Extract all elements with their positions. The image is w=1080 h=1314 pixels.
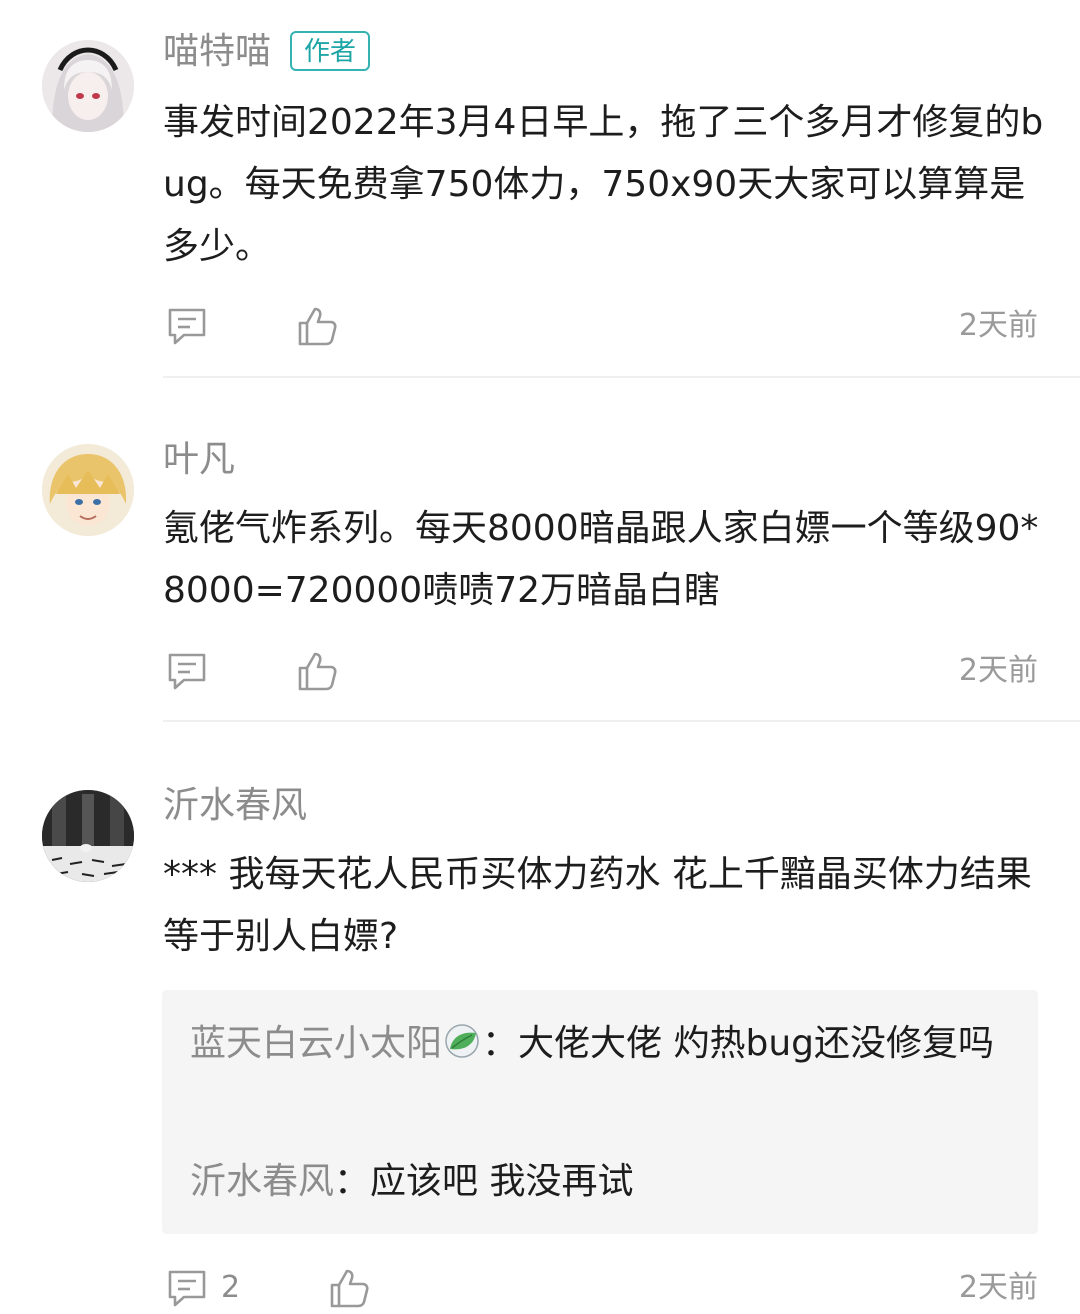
- reply-separator: ：: [334, 1161, 371, 1202]
- divider: [163, 376, 1080, 378]
- avatar[interactable]: [42, 444, 134, 536]
- thumbs-up-icon[interactable]: [327, 1266, 371, 1310]
- comment-text: 事发时间2022年3月4日早上，拖了三个多月才修复的bug。每天免费拿750体力…: [163, 102, 1044, 267]
- reply-text: 大佬大佬 灼热bug还没修复吗: [518, 1023, 994, 1064]
- comment-actions: 2 2天前: [163, 1266, 1038, 1314]
- author-badge: 作者: [290, 31, 371, 71]
- avatar[interactable]: [42, 40, 134, 132]
- comment-username[interactable]: 喵特喵: [163, 30, 271, 74]
- avatar[interactable]: [42, 790, 134, 882]
- reply-username[interactable]: 蓝天白云小太阳: [190, 1023, 442, 1064]
- comment-text: *** 我每天花人民币买体力药水 花上千黯晶买体力结果等于别人白嫖?: [163, 854, 1032, 957]
- comment-time: 2天前: [958, 653, 1038, 688]
- reply-count[interactable]: 2: [221, 1268, 240, 1308]
- comment-bubble-icon[interactable]: [165, 304, 209, 348]
- divider: [163, 720, 1080, 722]
- reply-list[interactable]: 蓝天白云小太阳 ：大佬大佬 灼热bug还没修复吗 沂水春风：应该吧 我没再试: [162, 990, 1038, 1234]
- comment-bubble-icon[interactable]: [165, 649, 209, 693]
- reply-username[interactable]: 沂水春风: [190, 1161, 334, 1202]
- comment-username[interactable]: 叶凡: [163, 438, 235, 482]
- reply-text: 应该吧 我没再试: [370, 1161, 634, 1202]
- reply-item[interactable]: 沂水春风：应该吧 我没再试: [190, 1148, 1020, 1216]
- comment-time: 2天前: [958, 1270, 1038, 1305]
- thumbs-up-icon[interactable]: [295, 649, 339, 693]
- comment-text: 氪佬气炸系列。每天8000暗晶跟人家白嫖一个等级90*8000=720000啧啧…: [163, 508, 1039, 611]
- comment-actions: 2天前: [163, 649, 1038, 697]
- comment-username[interactable]: 沂水春风: [163, 784, 307, 828]
- comment-time: 2天前: [958, 308, 1038, 343]
- thumbs-up-icon[interactable]: [295, 304, 339, 348]
- comment-actions: 2天前: [163, 304, 1038, 352]
- reply-separator: ：: [482, 1023, 519, 1064]
- leaf-icon: [442, 1014, 482, 1058]
- reply-item[interactable]: 蓝天白云小太阳 ：大佬大佬 灼热bug还没修复吗: [190, 1010, 1020, 1078]
- comment-bubble-icon[interactable]: [165, 1266, 209, 1310]
